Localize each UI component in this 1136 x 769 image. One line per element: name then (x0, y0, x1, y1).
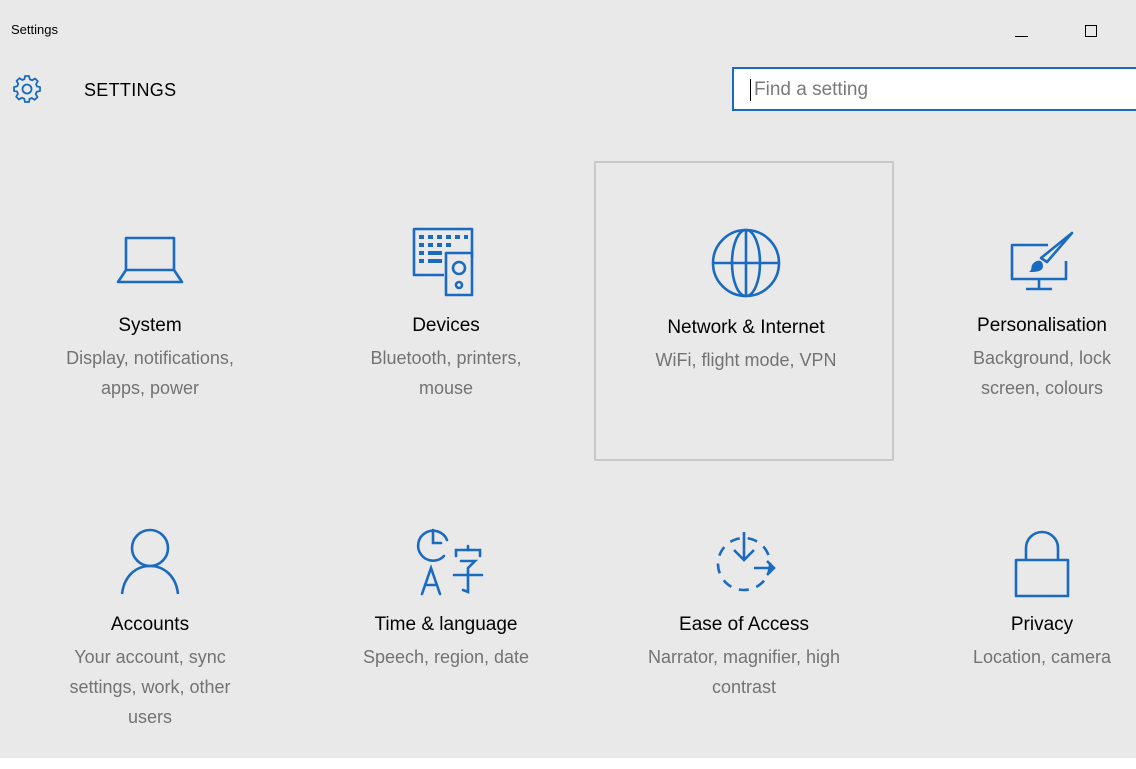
tile-privacy[interactable]: Privacy Location, camera (892, 460, 1136, 758)
tile-title: Time & language (374, 614, 518, 635)
tile-system[interactable]: System Display, notifications, apps, pow… (0, 161, 300, 461)
tile-ease-of-access[interactable]: Ease of Access Narrator, magnifier, high… (594, 460, 894, 758)
maximize-button[interactable] (1068, 14, 1114, 48)
tile-description: Your account, sync settings, work, other… (69, 647, 231, 727)
tile-description: Narrator, magnifier, high contrast (647, 647, 841, 697)
tile-personalisation[interactable]: Personalisation Background, lock screen,… (892, 161, 1136, 461)
ease-of-access-icon (704, 520, 784, 600)
tile-title: Ease of Access (679, 614, 809, 635)
tile-description: Location, camera (972, 647, 1112, 667)
tile-title: Network & Internet (667, 317, 825, 338)
window-title: Settings (11, 22, 58, 37)
tile-title: Accounts (110, 614, 190, 635)
search-box[interactable] (732, 67, 1136, 111)
laptop-icon (110, 221, 190, 301)
maximize-icon (1085, 25, 1097, 37)
tile-accounts[interactable]: Accounts Your account, sync settings, wo… (0, 460, 300, 758)
tile-title: Devices (412, 315, 480, 336)
gear-icon (12, 74, 42, 104)
tile-description: Display, notifications, apps, power (66, 348, 234, 398)
paintbrush-monitor-icon (1002, 221, 1082, 301)
lock-icon (1002, 520, 1082, 600)
page-title: SETTINGS (84, 80, 177, 100)
clock-language-icon (406, 520, 486, 600)
tile-description: Background, lock screen, colours (972, 348, 1112, 398)
tile-description: Bluetooth, printers, mouse (370, 348, 522, 398)
tile-description: WiFi, flight mode, VPN (655, 350, 837, 370)
minimize-icon (1014, 35, 1028, 37)
tile-devices[interactable]: Devices Bluetooth, printers, mouse (296, 161, 596, 461)
text-caret (750, 79, 751, 101)
globe-icon (706, 223, 786, 303)
settings-window: Settings SETTINGS Sy (0, 0, 1136, 758)
tile-title: Privacy (1010, 614, 1074, 635)
tile-network-internet[interactable]: Network & Internet WiFi, flight mode, VP… (594, 161, 894, 461)
devices-icon (406, 221, 486, 301)
tile-time-language[interactable]: Time & language Speech, region, date (296, 460, 596, 758)
tile-description: Speech, region, date (362, 647, 530, 667)
tile-title: Personalisation (977, 315, 1107, 336)
title-bar[interactable]: Settings (0, 0, 1136, 60)
person-icon (110, 520, 190, 600)
minimize-button[interactable] (998, 14, 1044, 48)
tile-title: System (118, 315, 182, 336)
search-input[interactable] (752, 75, 1136, 105)
